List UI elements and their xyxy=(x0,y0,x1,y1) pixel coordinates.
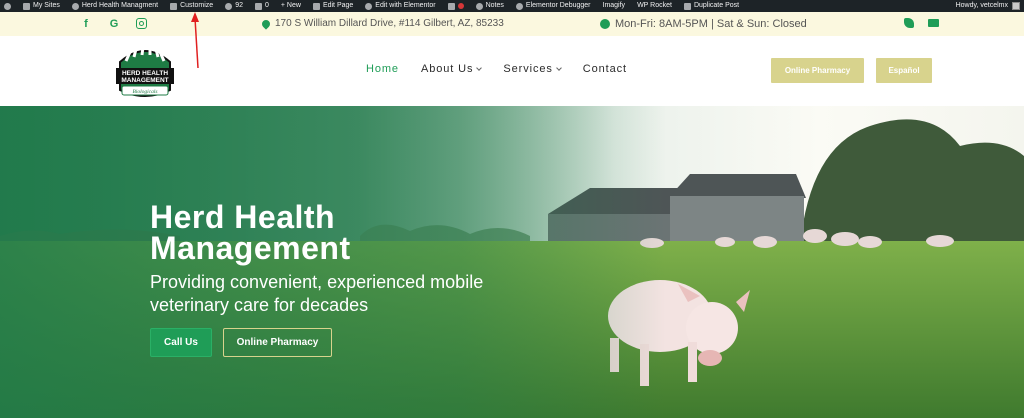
admin-account[interactable]: Howdy, vetcelmx xyxy=(956,0,1020,12)
admin-my-sites[interactable]: My Sites xyxy=(23,0,60,12)
admin-site-name[interactable]: Herd Health Managment xyxy=(71,0,158,12)
online-pharmacy-button[interactable]: Online Pharmacy xyxy=(771,58,864,83)
admin-duplicate-post[interactable]: Duplicate Post xyxy=(683,0,739,12)
contact-icons xyxy=(904,18,939,28)
nav-about-us[interactable]: About Us xyxy=(421,63,483,75)
logo-text-line2: MANAGEMENT xyxy=(121,77,168,84)
email-icon[interactable] xyxy=(928,19,939,27)
hero-title: Herd Health Management xyxy=(150,199,351,266)
chevron-down-icon xyxy=(476,65,483,71)
status-dot-icon xyxy=(457,3,464,9)
phone-icon[interactable] xyxy=(904,18,914,28)
admin-wp-rocket[interactable]: WP Rocket xyxy=(637,0,672,12)
home-icon xyxy=(71,2,79,10)
facebook-icon[interactable]: f xyxy=(80,18,92,30)
espanol-button[interactable]: Español xyxy=(876,58,932,83)
address: 170 S William Dillard Drive, #114 Gilber… xyxy=(260,17,504,30)
admin-updates[interactable]: 92 xyxy=(225,0,243,12)
logo-text-line1: HERD HEALTH xyxy=(122,70,168,77)
info-bar: f G 170 S William Dillard Drive, #114 Gi… xyxy=(0,12,1024,36)
sites-icon xyxy=(23,2,30,10)
debugger-icon xyxy=(515,2,523,10)
admin-edit-page[interactable]: Edit Page xyxy=(312,0,353,12)
chevron-down-icon xyxy=(555,65,562,71)
wp-admin-bar: My Sites Herd Health Managment Customize… xyxy=(0,0,1024,12)
update-icon xyxy=(225,2,233,10)
notes-icon xyxy=(475,2,483,10)
duplicate-icon xyxy=(683,2,691,10)
pencil-icon xyxy=(312,2,320,10)
hero-subtitle: Providing convenient, experienced mobile… xyxy=(150,272,484,315)
hero-online-pharmacy-button[interactable]: Online Pharmacy xyxy=(223,328,332,357)
main-nav: Home About Us Services Contact xyxy=(366,63,627,75)
admin-edit-elementor[interactable]: Edit with Elementor xyxy=(365,0,436,12)
elementor-icon xyxy=(365,2,373,10)
google-icon[interactable]: G xyxy=(108,18,120,30)
site-logo[interactable]: HERD HEALTH MANAGEMENT Biologicals xyxy=(112,44,178,100)
brush-icon xyxy=(170,2,178,10)
wordpress-logo-icon[interactable] xyxy=(4,2,11,10)
admin-notes[interactable]: Notes xyxy=(475,0,504,12)
admin-new[interactable]: + New xyxy=(281,0,301,12)
logo-text-line3: Biologicals xyxy=(132,89,157,95)
map-pin-icon xyxy=(260,17,272,30)
call-us-button[interactable]: Call Us xyxy=(150,328,212,357)
yoast-icon xyxy=(447,2,455,10)
clock-icon xyxy=(600,19,610,29)
comment-icon xyxy=(254,2,262,10)
nav-services[interactable]: Services xyxy=(503,63,562,75)
avatar xyxy=(1012,2,1020,10)
nav-contact[interactable]: Contact xyxy=(583,63,627,75)
admin-imagify[interactable]: Imagify xyxy=(603,0,626,12)
site-header: HERD HEALTH MANAGEMENT Biologicals Home … xyxy=(0,36,1024,106)
business-hours: Mon-Fri: 8AM-5PM | Sat & Sun: Closed xyxy=(600,18,807,30)
social-links: f G xyxy=(80,18,147,30)
admin-yoast[interactable] xyxy=(447,2,464,10)
admin-customize[interactable]: Customize xyxy=(170,0,213,12)
admin-elementor-debugger[interactable]: Elementor Debugger xyxy=(515,0,591,12)
admin-comments[interactable]: 0 xyxy=(254,0,269,12)
hero-section: Herd Health Management Providing conveni… xyxy=(0,106,1024,418)
nav-home[interactable]: Home xyxy=(366,63,399,75)
instagram-icon[interactable] xyxy=(136,18,147,29)
